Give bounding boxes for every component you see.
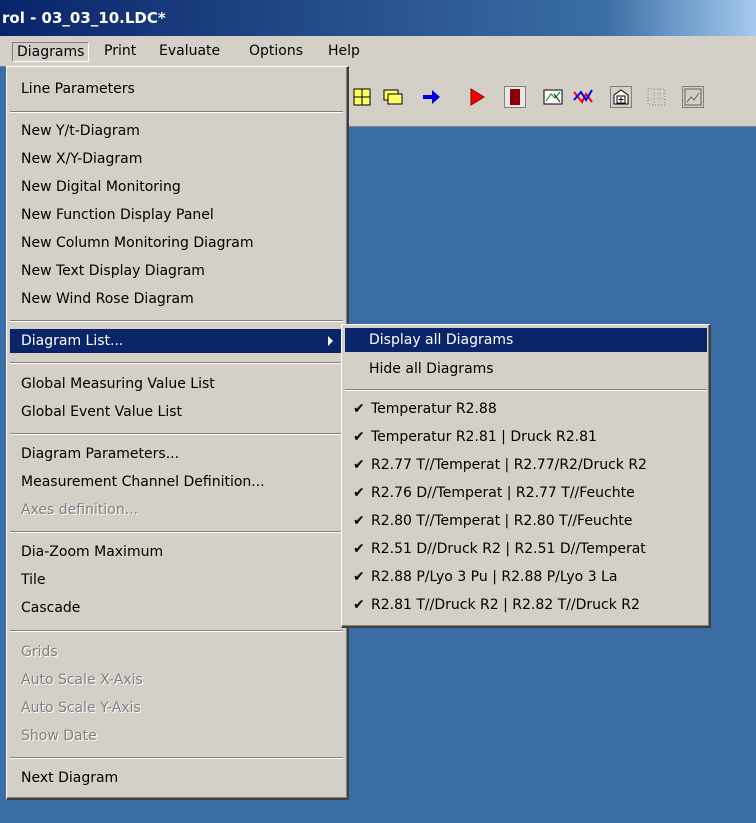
diagram-item-label: R2.88 P/Lyo 3 Pu | R2.88 P/Lyo 3 La xyxy=(371,569,618,585)
menu-print[interactable]: Print xyxy=(100,42,140,60)
menu-item-line-parameters[interactable]: Line Parameters xyxy=(7,77,346,101)
menu-item-diagram-parameters[interactable]: Diagram Parameters... xyxy=(7,442,346,466)
diagram-item-label: R2.51 D//Druck R2 | R2.51 D//Temperat xyxy=(371,541,646,557)
checkmark-icon: ✔ xyxy=(353,457,365,473)
checkmark-icon: ✔ xyxy=(353,485,365,501)
submenu-item-display-all[interactable]: Display all Diagrams xyxy=(345,328,707,352)
menu-help[interactable]: Help xyxy=(324,42,364,60)
menu-item-auto-scale-x: Auto Scale X-Axis xyxy=(21,672,143,688)
menu-item-grids: Grids xyxy=(21,644,58,660)
submenu-arrow-icon xyxy=(328,336,333,346)
menu-item-next-diagram[interactable]: Next Diagram xyxy=(7,766,346,790)
checkmark-icon: ✔ xyxy=(353,541,365,557)
bottom-strip xyxy=(0,806,756,823)
play-icon[interactable] xyxy=(466,86,488,108)
menu-separator xyxy=(10,531,343,533)
submenu-diagram-item[interactable]: ✔ R2.76 D//Temperat | R2.77 T//Feuchte xyxy=(345,481,707,505)
diagram-item-label: R2.77 T//Temperat | R2.77/R2/Druck R2 xyxy=(371,457,647,473)
menu-separator xyxy=(345,389,707,391)
menu-item-channel-definition[interactable]: Measurement Channel Definition... xyxy=(7,470,346,494)
multi-line-icon[interactable] xyxy=(572,86,594,108)
diagrams-menu: Line Parameters New Y/t-Diagram New X/Y-… xyxy=(6,66,349,800)
menu-separator xyxy=(10,320,343,322)
submenu-item-hide-all[interactable]: Hide all Diagrams xyxy=(345,357,707,381)
checkmark-icon: ✔ xyxy=(353,513,365,529)
submenu-diagram-item[interactable]: ✔ Temperatur R2.81 | Druck R2.81 xyxy=(345,425,707,449)
submenu-diagram-item[interactable]: ✔ R2.80 T//Temperat | R2.80 T//Feuchte xyxy=(345,509,707,533)
diagram-list-label: Diagram List... xyxy=(21,333,124,349)
diagram-item-label: Temperatur R2.81 | Druck R2.81 xyxy=(371,429,597,445)
toolbar xyxy=(340,66,756,127)
menu-item-dia-zoom[interactable]: Dia-Zoom Maximum xyxy=(7,540,346,564)
menu-item-global-measuring-list[interactable]: Global Measuring Value List xyxy=(7,372,346,396)
menu-item-new-wind-rose[interactable]: New Wind Rose Diagram xyxy=(7,287,346,311)
checkmark-icon: ✔ xyxy=(353,401,365,417)
folders-icon[interactable] xyxy=(382,86,404,108)
submenu-diagram-item[interactable]: ✔ R2.88 P/Lyo 3 Pu | R2.88 P/Lyo 3 La xyxy=(345,565,707,589)
menu-separator xyxy=(10,433,343,435)
window-title: rol - 03_03_10.LDC* xyxy=(2,9,166,27)
diagram-item-label: Temperatur R2.88 xyxy=(371,401,497,417)
chart-icon[interactable] xyxy=(682,86,704,108)
diagram-item-label: R2.81 T//Druck R2 | R2.82 T//Druck R2 xyxy=(371,597,640,613)
menu-evaluate[interactable]: Evaluate xyxy=(155,42,224,60)
diagram-item-label: R2.76 D//Temperat | R2.77 T//Feuchte xyxy=(371,485,635,501)
diagram-item-label: R2.80 T//Temperat | R2.80 T//Feuchte xyxy=(371,513,633,529)
menu-diagrams[interactable]: Diagrams xyxy=(12,42,90,62)
menu-item-new-xy-diagram[interactable]: New X/Y-Diagram xyxy=(7,147,346,171)
add-panel-icon[interactable] xyxy=(610,86,632,108)
menu-item-axes-definition: Axes definition... xyxy=(21,502,139,518)
menu-options[interactable]: Options xyxy=(245,42,307,60)
menu-separator xyxy=(10,630,343,632)
menu-item-diagram-list[interactable]: Diagram List... xyxy=(10,329,343,353)
diagram-list-submenu: Display all Diagrams Hide all Diagrams ✔… xyxy=(341,324,711,628)
checkmark-icon: ✔ xyxy=(353,597,365,613)
menu-item-new-column-monitoring[interactable]: New Column Monitoring Diagram xyxy=(7,231,346,255)
menu-item-cascade[interactable]: Cascade xyxy=(7,596,346,620)
arrow-right-icon[interactable] xyxy=(420,86,442,108)
grid-yellow-icon[interactable] xyxy=(352,86,374,108)
menubar: Diagrams Print Evaluate Options Help xyxy=(0,36,756,67)
window-titlebar: rol - 03_03_10.LDC* xyxy=(0,0,756,36)
menu-item-show-date: Show Date xyxy=(21,728,97,744)
submenu-diagram-item[interactable]: ✔ R2.77 T//Temperat | R2.77/R2/Druck R2 xyxy=(345,453,707,477)
menu-item-new-text-display[interactable]: New Text Display Diagram xyxy=(7,259,346,283)
submenu-diagram-item[interactable]: ✔ R2.81 T//Druck R2 | R2.82 T//Druck R2 xyxy=(345,593,707,617)
checkmark-icon: ✔ xyxy=(353,569,365,585)
menu-item-new-function-display[interactable]: New Function Display Panel xyxy=(7,203,346,227)
cursor-diagram-icon[interactable] xyxy=(542,86,564,108)
menu-item-tile[interactable]: Tile xyxy=(7,568,346,592)
stop-icon[interactable] xyxy=(504,86,526,108)
dotted-grid-icon[interactable] xyxy=(646,86,668,108)
submenu-diagram-item[interactable]: ✔ R2.51 D//Druck R2 | R2.51 D//Temperat xyxy=(345,537,707,561)
menu-separator xyxy=(10,362,343,364)
menu-item-new-digital-monitoring[interactable]: New Digital Monitoring xyxy=(7,175,346,199)
checkmark-icon: ✔ xyxy=(353,429,365,445)
menu-item-global-event-list[interactable]: Global Event Value List xyxy=(7,400,346,424)
menu-separator xyxy=(10,111,343,113)
menu-separator xyxy=(10,757,343,759)
menu-item-new-yt-diagram[interactable]: New Y/t-Diagram xyxy=(7,119,346,143)
menu-item-auto-scale-y: Auto Scale Y-Axis xyxy=(21,700,141,716)
submenu-diagram-item[interactable]: ✔ Temperatur R2.88 xyxy=(345,397,707,421)
